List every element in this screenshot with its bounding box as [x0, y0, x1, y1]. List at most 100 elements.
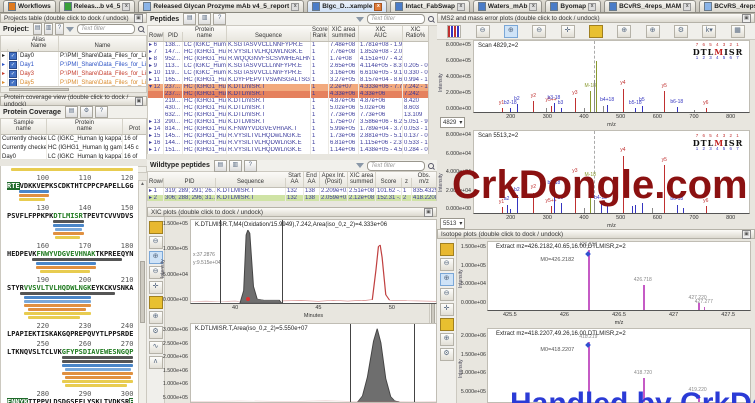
column-header[interactable]: Prot: [123, 125, 146, 133]
column-header[interactable]: Protein name: [183, 26, 227, 41]
zoom-region-icon[interactable]: ⊖: [532, 24, 547, 38]
settings-icon[interactable]: ⚙: [148, 326, 163, 339]
coverage-panel-header[interactable]: Protein coverage view (double click to d…: [0, 94, 147, 108]
column-header[interactable]: End AA: [304, 172, 320, 187]
column-header[interactable]: PID: [164, 178, 216, 187]
column-header[interactable]: Protein name: [47, 119, 123, 134]
checkbox[interactable]: ✓: [9, 78, 17, 86]
column-header[interactable]: XIC Ratio%: [403, 26, 428, 41]
pan-icon[interactable]: ✛: [148, 281, 163, 294]
ms2a-scan-combo[interactable]: 4829 ▾: [440, 117, 466, 128]
coverage-options-button[interactable]: ▤: [64, 106, 78, 118]
spectrum-icon[interactable]: [447, 24, 462, 38]
zoom-in-icon[interactable]: ⊕: [439, 273, 454, 286]
column-header[interactable]: Apex Int. (Posit): [320, 172, 348, 187]
table-row[interactable]: ▸✓Day5P:\PMI_Share\Data_Files_for_Live_D…: [1, 78, 146, 86]
coverage-settings-button[interactable]: ⚙: [79, 106, 93, 118]
smooth-icon[interactable]: ∿: [148, 341, 163, 354]
zoom-out-icon[interactable]: ⊖: [439, 258, 454, 271]
table-row[interactable]: ▸ 9113...LC (IGKC_Huma...K.SGTASVVCLLnNF…: [148, 62, 428, 70]
filter-icon[interactable]: [356, 16, 364, 22]
settings-icon[interactable]: ⚙: [673, 24, 688, 38]
filter-icon[interactable]: [66, 26, 75, 32]
zoom-in-icon[interactable]: ⊕: [503, 24, 518, 38]
checkbox[interactable]: ✓: [9, 69, 17, 78]
column-header[interactable]: [1, 48, 8, 51]
close-tab-icon[interactable]: x: [122, 2, 131, 11]
table-row[interactable]: ▸ 1 319; 289; 291; 26... K.DTLMISR.T 132 138…: [148, 187, 436, 195]
dock-pin-icon[interactable]: ▣: [424, 207, 433, 217]
tab-bcvrs-4reps-mam-report[interactable]: BCvRS_4reps_MAM_reportx: [699, 0, 755, 12]
peaks-icon[interactable]: ʌ: [148, 356, 163, 369]
checkbox[interactable]: ✓: [9, 51, 17, 60]
table-header-row[interactable]: Row# PID Protein name Sequence Score Rank XIC…: [148, 26, 428, 42]
column-header[interactable]: XIC area summed: [329, 26, 359, 41]
pan-icon[interactable]: ✛: [560, 24, 575, 38]
close-tab-icon[interactable]: x: [374, 2, 383, 11]
table-header-row[interactable]: Sample name Protein name Prot: [1, 119, 146, 135]
column-header[interactable]: Row#: [148, 32, 164, 41]
lock-icon[interactable]: [588, 24, 603, 38]
isotope-panel-header[interactable]: Isotope plots (double click to dock / un…: [437, 229, 755, 239]
tab-byomap[interactable]: Byomap x: [545, 0, 602, 12]
settings-icon[interactable]: ⚙: [439, 348, 454, 361]
column-header[interactable]: XIC AUC: [359, 26, 403, 41]
tab-blgc-d-xample[interactable]: Blgc_D...xample x: [307, 0, 388, 12]
expand-all-button[interactable]: ▤: [33, 23, 43, 35]
table-row[interactable]: ▸ 10119...LC (IGKC_Huma...K.SGTASVVCLLNn…: [148, 69, 428, 77]
column-header[interactable]: Score: [376, 178, 402, 187]
help-button[interactable]: ?: [55, 23, 65, 35]
zoom-fit-icon[interactable]: ⊕: [645, 24, 660, 38]
table-row[interactable]: Currently checkedHC (IGHG1_Human Ig gamm…: [1, 143, 146, 153]
tab-releas-b-v4-5[interactable]: Releas...b v4_5 x: [58, 0, 136, 12]
search-icon[interactable]: [428, 16, 434, 22]
xic-panel-header[interactable]: XIC plots (double click to dock / undock…: [147, 207, 437, 217]
table-header-row[interactable]: Row# PID Sequence Start AA End AA Apex Int. (…: [148, 172, 436, 188]
table-header-row[interactable]: Alias Name Name: [1, 36, 146, 52]
protein-coverage-view[interactable]: 100 110 120 RTEVDKKVEPKSCDKTHTCPPCPAPELLG…: [0, 166, 138, 403]
column-header[interactable]: Sequence: [216, 178, 286, 187]
table-row[interactable]: ▸ 7 147... HC (IGHG1_Hu... R.VYSILTVLHQDWLN…: [148, 48, 428, 56]
table-row[interactable]: 430... HC (IGHG1_Hu... K.DTLmISR.T 1 5.02e+0…: [148, 104, 428, 112]
help-button[interactable]: ?: [94, 106, 108, 118]
close-tab-icon[interactable]: x: [588, 2, 597, 11]
ms2-panel-header[interactable]: MS2 and mass error plots (double click t…: [437, 13, 755, 23]
tag-icon[interactable]: [439, 243, 454, 256]
column-header[interactable]: Sequence: [227, 32, 311, 41]
table-row[interactable]: ▸ 14 814... HC (IGHG1_Hu... K.FNWYVDGVEVHnA…: [148, 125, 428, 133]
close-tab-icon[interactable]: x: [291, 2, 300, 11]
dock-pin-icon[interactable]: ▣: [134, 13, 143, 23]
zoom-reset-icon[interactable]: ⊕: [148, 311, 163, 324]
table-row[interactable]: Currently checked LC (IGKC_Human Ig kappa…: [1, 134, 146, 144]
zoom-reset-icon[interactable]: ⊕: [439, 333, 454, 346]
projects-hscrollbar[interactable]: [0, 86, 147, 93]
iso1-plot[interactable]: Extract mz=426.2182,40.65,16.00,DTLMISR,…: [487, 241, 751, 326]
expand-all-button[interactable]: ▤: [213, 159, 227, 172]
tab-intact-fabswap[interactable]: Intact_FabSwap x: [390, 0, 470, 12]
expand-all-button[interactable]: ▤: [183, 13, 197, 25]
tab-waters-mab[interactable]: Waters_mAb x: [472, 0, 543, 12]
xic1-plot[interactable]: K.DTLMISR.T,M4(Oxidation/15.9949),7.242,…: [190, 219, 437, 319]
collapse-all-button[interactable]: ▥: [198, 13, 212, 25]
wildtype-text-filter-input[interactable]: Text filter: [367, 160, 425, 171]
dock-pin-icon[interactable]: ▣: [742, 13, 751, 23]
column-header[interactable]: Score Rank: [311, 26, 329, 41]
checkbox[interactable]: ✓: [9, 60, 17, 69]
dock-pin-icon[interactable]: ▣: [134, 96, 143, 106]
table-row[interactable]: ▸ 8 952... HC (IGHG1_Hu... R.WQQGNVFSCSVMHE…: [148, 55, 428, 63]
table-row[interactable]: ▸✓Day3P:\PMI_Share\Data_Files_for_Live_D…: [1, 69, 146, 79]
column-header[interactable]: Sample name: [1, 119, 47, 134]
filter-icon[interactable]: [356, 163, 364, 168]
tab-workflows[interactable]: Workflows: [3, 0, 56, 12]
table-row[interactable]: 632... HC (IGHG1_Hu... K.DTLmISR.T 1 7.73e+0…: [148, 111, 428, 119]
tag-icon[interactable]: [148, 221, 163, 234]
column-header[interactable]: z: [402, 178, 412, 187]
table-row[interactable]: Day0 LC (IGKC_Human Ig kappa) 16 of: [1, 152, 146, 159]
lock-icon[interactable]: [439, 318, 454, 331]
search-icon[interactable]: [428, 162, 434, 169]
column-header[interactable]: Obs. m/z: [412, 172, 436, 187]
table-row[interactable]: ▸ 17 151... HC (IGHG1_Hu... R.VYSILTVLHQDWL…: [148, 146, 428, 154]
column-header[interactable]: [8, 48, 19, 51]
search-icon[interactable]: [138, 26, 145, 32]
help-button[interactable]: ?: [213, 13, 227, 25]
